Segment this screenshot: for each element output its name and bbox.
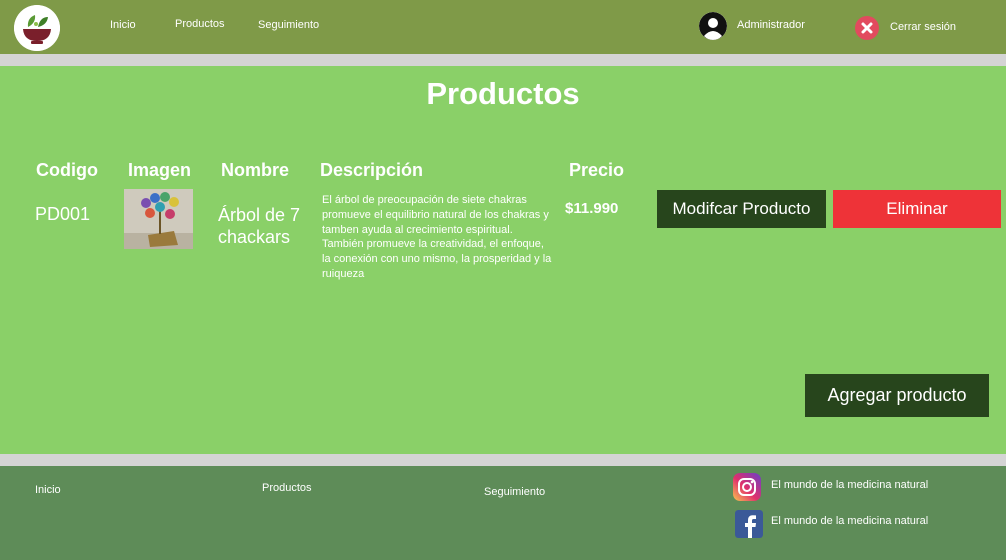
instagram-link[interactable]: El mundo de la medicina natural [771, 479, 928, 491]
facebook-link[interactable]: El mundo de la medicina natural [771, 515, 928, 527]
page-title: Productos [426, 76, 580, 111]
column-header-codigo: Codigo [36, 160, 98, 180]
add-product-button[interactable]: Agregar producto [805, 374, 989, 417]
logo[interactable] [14, 5, 60, 51]
mortar-leaf-logo-icon [14, 5, 60, 51]
nav-seguimiento[interactable]: Seguimiento [258, 19, 319, 31]
logout-link[interactable]: Cerrar sesión [890, 21, 956, 33]
edit-product-button[interactable]: Modifcar Producto [657, 190, 826, 228]
instagram-icon[interactable] [733, 473, 761, 501]
product-description: El árbol de preocupación de siete chakra… [322, 194, 552, 280]
footer-link-productos[interactable]: Productos [262, 482, 312, 494]
delete-product-button[interactable]: Eliminar [833, 190, 1001, 228]
product-name: Árbol de 7 chackars [218, 205, 301, 247]
user-name-label[interactable]: Administrador [737, 19, 805, 31]
column-header-nombre: Nombre [221, 160, 290, 180]
nav-inicio[interactable]: Inicio [110, 19, 136, 31]
product-code: PD001 [35, 204, 91, 224]
top-navbar: Inicio Productos Seguimiento Administrad… [0, 0, 1006, 54]
user-avatar-icon[interactable] [699, 12, 727, 40]
column-header-descripcion: Descripción [320, 160, 424, 180]
column-header-imagen: Imagen [128, 160, 192, 180]
page: Inicio Productos Seguimiento Administrad… [0, 0, 1006, 560]
product-price: $11.990 [565, 200, 619, 217]
column-header-precio: Precio [569, 160, 625, 180]
close-icon[interactable] [855, 16, 879, 40]
facebook-icon[interactable] [735, 510, 763, 538]
footer-link-seguimiento[interactable]: Seguimiento [484, 486, 545, 498]
footer-link-inicio[interactable]: Inicio [35, 484, 61, 496]
crystal-tree-image-icon [124, 189, 193, 249]
nav-productos[interactable]: Productos [175, 18, 225, 30]
footer: Inicio Productos Seguimiento El mundo de… [0, 466, 1006, 560]
products-panel: Productos Codigo Imagen Nombre Descripci… [0, 66, 1006, 454]
product-image [124, 189, 193, 249]
